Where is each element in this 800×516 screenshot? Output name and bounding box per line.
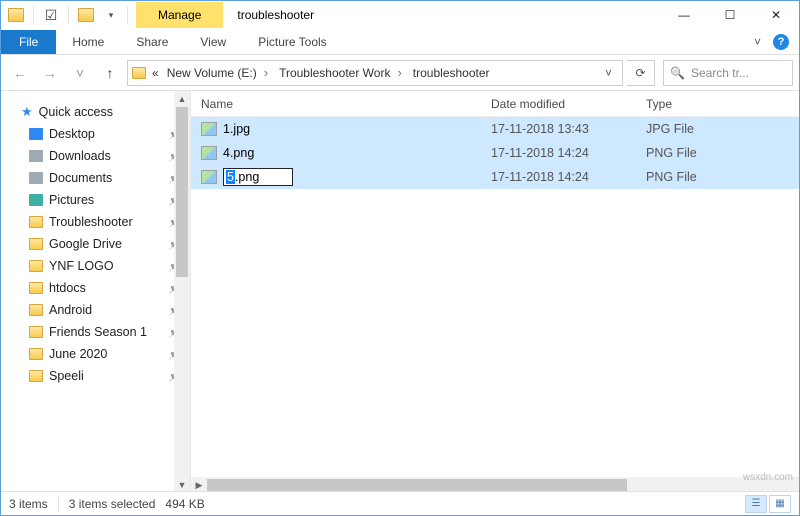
minimize-button[interactable]: —: [661, 1, 707, 29]
properties-qat-icon[interactable]: [40, 4, 62, 26]
watermark: wsxdn.com: [743, 472, 793, 483]
column-headers[interactable]: Name Date modified Type: [191, 91, 799, 117]
sidebar-item-htdocs[interactable]: htdocs: [1, 277, 190, 299]
file-row[interactable]: 1.jpg 17-11-2018 13:43 JPG File: [191, 117, 799, 141]
folder-icon: [29, 370, 43, 382]
search-icon: [670, 66, 685, 80]
status-selection-count: 3 items selected: [69, 497, 156, 511]
title-bar: Manage troubleshooter — ☐ ✕: [1, 1, 799, 29]
window-title: troubleshooter: [223, 8, 328, 22]
scroll-thumb[interactable]: [176, 107, 188, 277]
quick-access-toolbar: [1, 4, 136, 26]
main-area: ★ Quick access Desktop Downloads Documen…: [1, 91, 799, 493]
column-type[interactable]: Type: [636, 97, 776, 111]
view-mode-toggles: ☰ ▦: [745, 495, 791, 513]
home-tab[interactable]: Home: [56, 30, 120, 54]
quick-access-header[interactable]: ★ Quick access: [1, 101, 190, 123]
sidebar-item-friends[interactable]: Friends Season 1: [1, 321, 190, 343]
downloads-icon: [29, 150, 43, 162]
search-box[interactable]: Search tr...: [663, 60, 793, 86]
rename-input[interactable]: 5.png: [223, 168, 293, 186]
sidebar-item-june-2020[interactable]: June 2020: [1, 343, 190, 365]
share-tab[interactable]: Share: [120, 30, 184, 54]
sidebar-scrollbar[interactable]: ▲ ▼: [174, 91, 190, 493]
file-rows: 1.jpg 17-11-2018 13:43 JPG File 4.png 17…: [191, 117, 799, 189]
pictures-icon: [29, 194, 43, 206]
folder-icon: [29, 216, 43, 228]
status-item-count: 3 items: [9, 497, 48, 511]
desktop-icon: [29, 128, 43, 140]
sidebar-item-android[interactable]: Android: [1, 299, 190, 321]
file-tab[interactable]: File: [1, 30, 56, 54]
sidebar-item-troubleshooter[interactable]: Troubleshooter: [1, 211, 190, 233]
documents-icon: [29, 172, 43, 184]
help-icon[interactable]: ?: [773, 34, 789, 50]
sidebar-item-downloads[interactable]: Downloads: [1, 145, 190, 167]
scroll-up-icon[interactable]: ▲: [174, 91, 190, 107]
file-list-pane: Name Date modified Type 1.jpg 17-11-2018…: [191, 91, 799, 493]
breadcrumb-overflow[interactable]: «: [150, 66, 161, 80]
column-date-modified[interactable]: Date modified: [481, 97, 636, 111]
details-view-button[interactable]: ☰: [745, 495, 767, 513]
breadcrumb-folder-1[interactable]: Troubleshooter Work: [277, 65, 407, 80]
image-file-icon: [201, 146, 217, 160]
folder-icon: [29, 238, 43, 250]
folder-icon: [29, 260, 43, 272]
picture-tools-tab[interactable]: Picture Tools: [242, 30, 342, 54]
ribbon-tabs: File Home Share View Picture Tools ˅ ?: [1, 29, 799, 55]
sidebar-item-speeli[interactable]: Speeli: [1, 365, 190, 387]
ribbon-expand-icon[interactable]: ˅: [754, 35, 761, 49]
refresh-button[interactable]: ⟳: [627, 60, 655, 86]
file-row[interactable]: 4.png 17-11-2018 14:24 PNG File: [191, 141, 799, 165]
image-file-icon: [201, 170, 217, 184]
sidebar-item-documents[interactable]: Documents: [1, 167, 190, 189]
address-dropdown-icon[interactable]: ˅: [599, 66, 618, 80]
folder-icon: [29, 304, 43, 316]
new-folder-qat-icon[interactable]: [75, 4, 97, 26]
breadcrumb-folder-2[interactable]: troubleshooter: [411, 66, 492, 80]
close-button[interactable]: ✕: [753, 1, 799, 29]
back-button[interactable]: ←: [7, 60, 33, 86]
scroll-thumb[interactable]: [207, 479, 627, 491]
navigation-bar: ← → ˅ ↑ « New Volume (E:) Troubleshooter…: [1, 55, 799, 91]
qat-customize-dropdown[interactable]: [99, 4, 121, 26]
address-folder-icon: [132, 67, 146, 79]
sidebar-item-ynf-logo[interactable]: YNF LOGO: [1, 255, 190, 277]
sidebar-item-google-drive[interactable]: Google Drive: [1, 233, 190, 255]
sidebar-item-desktop[interactable]: Desktop: [1, 123, 190, 145]
folder-icon: [29, 282, 43, 294]
folder-icon[interactable]: [5, 4, 27, 26]
thumbnails-view-button[interactable]: ▦: [769, 495, 791, 513]
navigation-pane: ★ Quick access Desktop Downloads Documen…: [1, 91, 191, 493]
search-placeholder: Search tr...: [691, 66, 749, 80]
breadcrumb-drive[interactable]: New Volume (E:): [165, 65, 273, 80]
column-name[interactable]: Name: [191, 97, 481, 111]
up-button[interactable]: ↑: [97, 60, 123, 86]
view-tab[interactable]: View: [184, 30, 242, 54]
forward-button[interactable]: →: [37, 60, 63, 86]
star-icon: ★: [21, 104, 33, 120]
folder-icon: [29, 348, 43, 360]
sidebar-item-pictures[interactable]: Pictures: [1, 189, 190, 211]
address-bar[interactable]: « New Volume (E:) Troubleshooter Work tr…: [127, 60, 623, 86]
contextual-tab-label: Manage: [136, 2, 223, 28]
recent-locations-button[interactable]: ˅: [67, 60, 93, 86]
file-row-editing[interactable]: 5.png 17-11-2018 14:24 PNG File: [191, 165, 799, 189]
status-selection-size: 494 KB: [165, 497, 204, 511]
folder-icon: [29, 326, 43, 338]
image-file-icon: [201, 122, 217, 136]
status-bar: 3 items 3 items selected 494 KB ☰ ▦: [1, 491, 799, 515]
maximize-button[interactable]: ☐: [707, 1, 753, 29]
